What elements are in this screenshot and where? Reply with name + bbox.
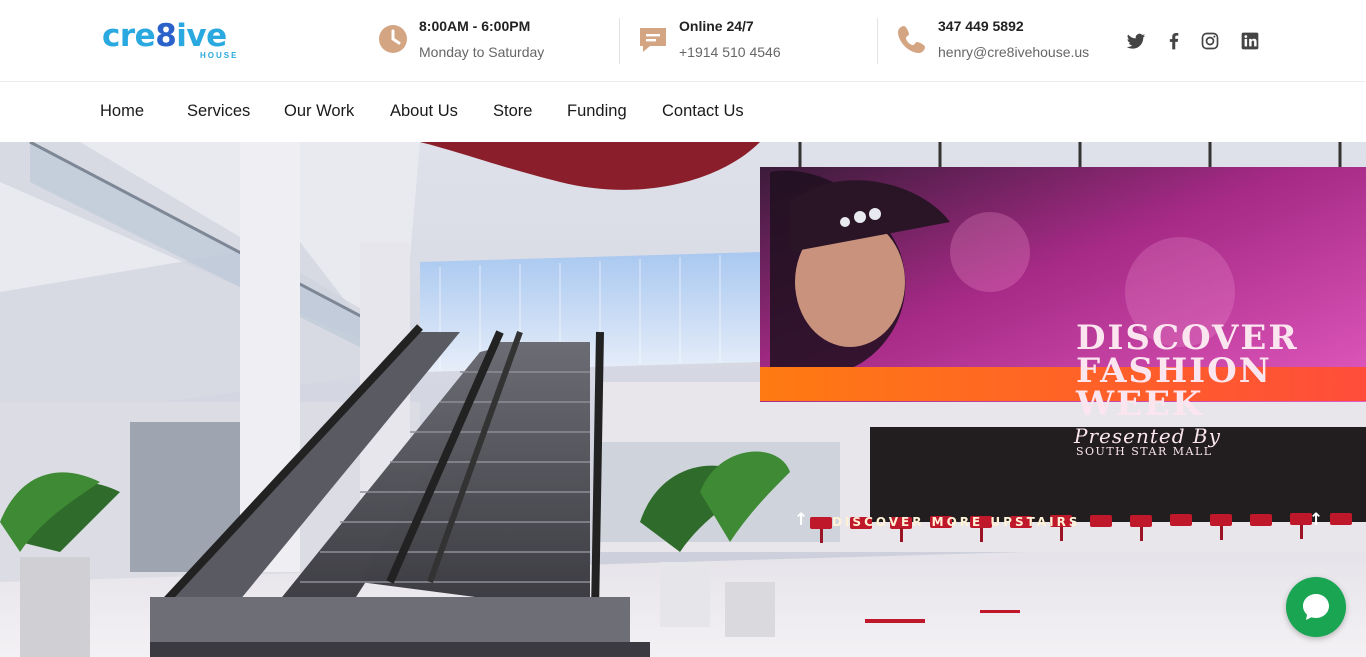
- facebook-icon[interactable]: [1164, 31, 1184, 51]
- phone-icon: [897, 24, 927, 54]
- nav-contact-us[interactable]: Contact Us: [662, 102, 744, 121]
- online-info: Online 24/7 +1914 510 4546: [638, 14, 838, 66]
- twitter-icon[interactable]: [1126, 31, 1146, 51]
- billboard-mall-name: SOUTH STAR MALL: [1076, 445, 1213, 458]
- divider: [619, 18, 620, 64]
- nav-our-work[interactable]: Our Work: [284, 102, 354, 121]
- arrow-up-icon: ↑: [794, 510, 809, 530]
- online-phone[interactable]: +1914 510 4546: [679, 44, 781, 60]
- main-nav: Home Services Our Work About Us Store Fu…: [0, 82, 1366, 142]
- clock-icon: [378, 24, 408, 54]
- online-label: Online 24/7: [679, 18, 754, 34]
- logo-wordmark: cre8ive: [102, 18, 227, 54]
- instagram-icon[interactable]: [1200, 31, 1220, 51]
- logo-subtext: HOUSE: [200, 51, 239, 60]
- billboard-strip-text: DISCOVER MORE UPSTAIRS: [832, 515, 1081, 529]
- hero-banner: DISCOVER FASHION WEEK Presented By SOUTH…: [0, 142, 1366, 657]
- nav-home[interactable]: Home: [100, 102, 144, 121]
- linkedin-icon[interactable]: [1240, 31, 1260, 51]
- chat-bubble-icon: [1303, 594, 1329, 620]
- nav-about-us[interactable]: About Us: [390, 102, 458, 121]
- billboard-title: DISCOVER FASHION WEEK: [1076, 318, 1299, 424]
- contact-email[interactable]: henry@cre8ivehouse.us: [938, 44, 1089, 60]
- nav-services[interactable]: Services: [187, 102, 250, 121]
- contact-info: 347 449 5892 henry@cre8ivehouse.us: [897, 14, 1097, 66]
- nav-store[interactable]: Store: [493, 102, 532, 121]
- top-header: cre8ive HOUSE 8:00AM - 6:00PM Monday to …: [0, 0, 1366, 82]
- site-logo[interactable]: cre8ive HOUSE: [102, 18, 254, 64]
- hours-days: Monday to Saturday: [419, 44, 545, 60]
- nav-funding[interactable]: Funding: [567, 102, 627, 121]
- arrow-up-icon: ↑: [1309, 510, 1324, 530]
- hours-time: 8:00AM - 6:00PM: [419, 18, 531, 34]
- contact-phone[interactable]: 347 449 5892: [938, 18, 1024, 34]
- divider: [877, 18, 878, 64]
- chat-widget-button[interactable]: [1286, 577, 1346, 637]
- chat-icon: [638, 24, 668, 54]
- hours-info: 8:00AM - 6:00PM Monday to Saturday: [378, 14, 578, 66]
